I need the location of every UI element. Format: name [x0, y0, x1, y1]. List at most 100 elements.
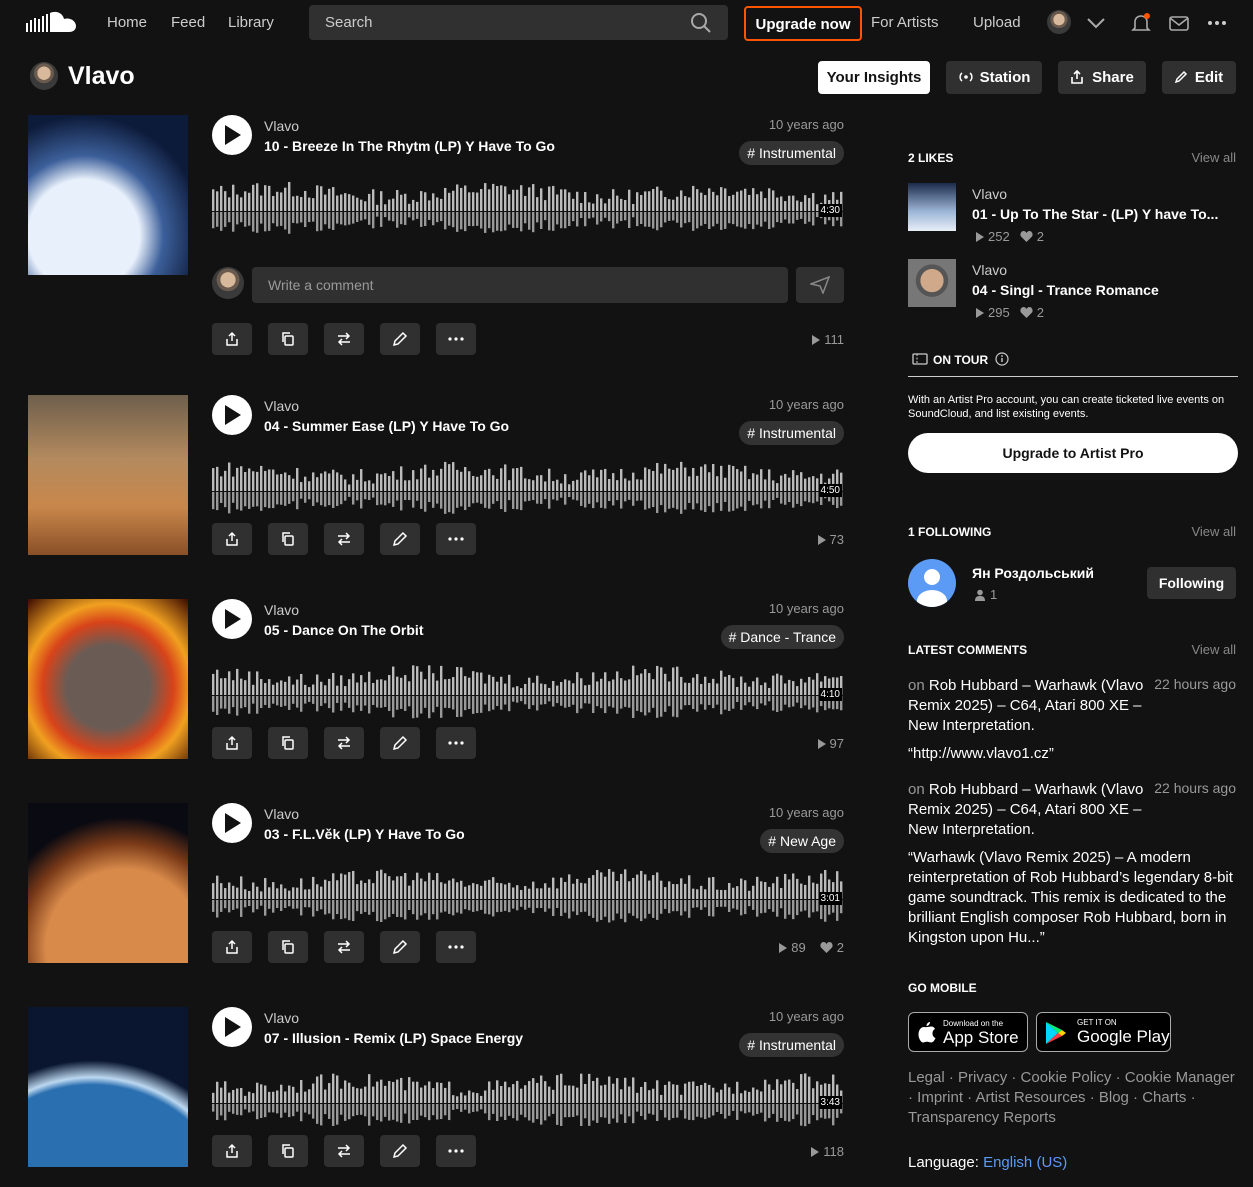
track-title[interactable]: 07 - Illusion - Remix (LP) Space Energy	[264, 1030, 523, 1046]
following-name[interactable]: Ян Роздольський	[972, 565, 1094, 581]
notifications-bell-icon[interactable]	[1130, 12, 1152, 34]
repost-button[interactable]	[324, 323, 364, 355]
repost-button[interactable]	[324, 1135, 364, 1167]
edit-track-button[interactable]	[380, 727, 420, 759]
share-button[interactable]: Share	[1058, 61, 1146, 94]
soundcloud-logo-icon[interactable]	[26, 10, 78, 34]
comment-track-title[interactable]: Rob Hubbard – Warhawk (Vlavo Remix 2025)…	[908, 677, 1143, 734]
waveform[interactable]	[212, 177, 844, 235]
track-title[interactable]: 03 - F.L.Věk (LP) Y Have To Go	[264, 826, 465, 842]
edit-button[interactable]: Edit	[1162, 61, 1236, 94]
copy-link-button[interactable]	[268, 323, 308, 355]
more-track-options-button[interactable]	[436, 323, 476, 355]
language-value[interactable]: English (US)	[983, 1154, 1067, 1171]
track-title[interactable]: 10 - Breeze In The Rhytm (LP) Y Have To …	[264, 138, 555, 154]
for-artists-link[interactable]: For Artists	[871, 14, 939, 31]
user-avatar[interactable]	[1047, 10, 1071, 34]
share-track-button[interactable]	[212, 1135, 252, 1167]
track-artwork[interactable]	[28, 395, 188, 555]
following-button[interactable]: Following	[1147, 567, 1236, 599]
nav-home[interactable]: Home	[107, 14, 147, 31]
liked-title[interactable]: 01 - Up To The Star - (LP) Y have To...	[972, 206, 1218, 222]
more-track-options-button[interactable]	[436, 523, 476, 555]
edit-track-button[interactable]	[380, 931, 420, 963]
waveform[interactable]	[212, 457, 844, 515]
send-comment-button[interactable]	[796, 267, 844, 303]
waveform[interactable]	[212, 1069, 844, 1127]
google-play-badge[interactable]: GET IT ON Google Play	[1036, 1012, 1171, 1052]
play-button[interactable]	[212, 803, 252, 843]
search-icon[interactable]	[690, 12, 712, 34]
repost-button[interactable]	[324, 727, 364, 759]
track-genre-tag[interactable]: # Instrumental	[739, 421, 844, 445]
play-button[interactable]	[212, 395, 252, 435]
nav-library[interactable]: Library	[228, 14, 274, 31]
footer-links[interactable]: Legal · Privacy · Cookie Policy · Cookie…	[908, 1068, 1238, 1128]
language-selector[interactable]: Language: English (US)	[908, 1154, 1067, 1171]
upgrade-artist-pro-button[interactable]: Upgrade to Artist Pro	[908, 433, 1238, 473]
more-track-options-button[interactable]	[436, 931, 476, 963]
track-artwork[interactable]	[28, 803, 188, 963]
messages-icon[interactable]	[1168, 12, 1190, 34]
app-store-badge[interactable]: Download on the App Store	[908, 1012, 1028, 1052]
comment-on: on	[908, 677, 925, 694]
more-track-options-button[interactable]	[436, 727, 476, 759]
track-genre-tag[interactable]: # Dance - Trance	[720, 625, 844, 649]
track-artwork[interactable]	[28, 115, 188, 275]
waveform[interactable]	[212, 865, 844, 923]
liked-title[interactable]: 04 - Singl - Trance Romance	[972, 282, 1159, 298]
liked-track-art[interactable]	[908, 183, 956, 231]
your-insights-button[interactable]: Your Insights	[818, 61, 930, 94]
play-button[interactable]	[212, 115, 252, 155]
liked-artist[interactable]: Vlavo	[972, 186, 1007, 202]
comment-track[interactable]: on Rob Hubbard – Warhawk (Vlavo Remix 20…	[908, 780, 1144, 840]
track-artwork[interactable]	[28, 1007, 188, 1167]
track-genre-tag[interactable]: # New Age	[760, 829, 844, 853]
edit-track-button[interactable]	[380, 1135, 420, 1167]
upload-link[interactable]: Upload	[973, 14, 1021, 31]
share-track-button[interactable]	[212, 727, 252, 759]
track-title[interactable]: 04 - Summer Ease (LP) Y Have To Go	[264, 418, 509, 434]
waveform[interactable]	[212, 661, 844, 719]
track-artist[interactable]: Vlavo	[264, 118, 299, 134]
repost-button[interactable]	[324, 523, 364, 555]
info-icon[interactable]	[995, 352, 1009, 366]
share-track-button[interactable]	[212, 323, 252, 355]
comments-view-all[interactable]: View all	[1191, 642, 1236, 657]
copy-link-button[interactable]	[268, 727, 308, 759]
track-artist[interactable]: Vlavo	[264, 1010, 299, 1026]
liked-track-art[interactable]	[908, 259, 956, 307]
following-view-all[interactable]: View all	[1191, 524, 1236, 539]
profile-avatar[interactable]	[30, 62, 58, 90]
edit-track-button[interactable]	[380, 323, 420, 355]
track-artwork[interactable]	[28, 599, 188, 759]
copy-link-button[interactable]	[268, 1135, 308, 1167]
more-track-options-button[interactable]	[436, 1135, 476, 1167]
search-input[interactable]: Search	[309, 5, 728, 40]
copy-link-button[interactable]	[268, 523, 308, 555]
station-button[interactable]: Station	[946, 61, 1042, 94]
share-track-button[interactable]	[212, 931, 252, 963]
liked-artist[interactable]: Vlavo	[972, 262, 1007, 278]
track-title[interactable]: 05 - Dance On The Orbit	[264, 622, 423, 638]
following-avatar[interactable]	[908, 559, 956, 607]
upgrade-now-button[interactable]: Upgrade now	[744, 6, 862, 41]
copy-link-button[interactable]	[268, 931, 308, 963]
edit-track-button[interactable]	[380, 523, 420, 555]
track-artist[interactable]: Vlavo	[264, 806, 299, 822]
comment-input[interactable]: Write a comment	[252, 267, 788, 303]
more-options-icon[interactable]	[1206, 12, 1228, 34]
comment-track-title[interactable]: Rob Hubbard – Warhawk (Vlavo Remix 2025)…	[908, 781, 1143, 838]
chevron-down-icon[interactable]	[1085, 12, 1107, 34]
nav-feed[interactable]: Feed	[171, 14, 205, 31]
track-artist[interactable]: Vlavo	[264, 398, 299, 414]
share-track-button[interactable]	[212, 523, 252, 555]
repost-button[interactable]	[324, 931, 364, 963]
play-button[interactable]	[212, 1007, 252, 1047]
play-button[interactable]	[212, 599, 252, 639]
likes-view-all[interactable]: View all	[1191, 150, 1236, 165]
track-artist[interactable]: Vlavo	[264, 602, 299, 618]
track-genre-tag[interactable]: # Instrumental	[739, 141, 844, 165]
track-genre-tag[interactable]: # Instrumental	[739, 1033, 844, 1057]
comment-track[interactable]: on Rob Hubbard – Warhawk (Vlavo Remix 20…	[908, 676, 1144, 736]
